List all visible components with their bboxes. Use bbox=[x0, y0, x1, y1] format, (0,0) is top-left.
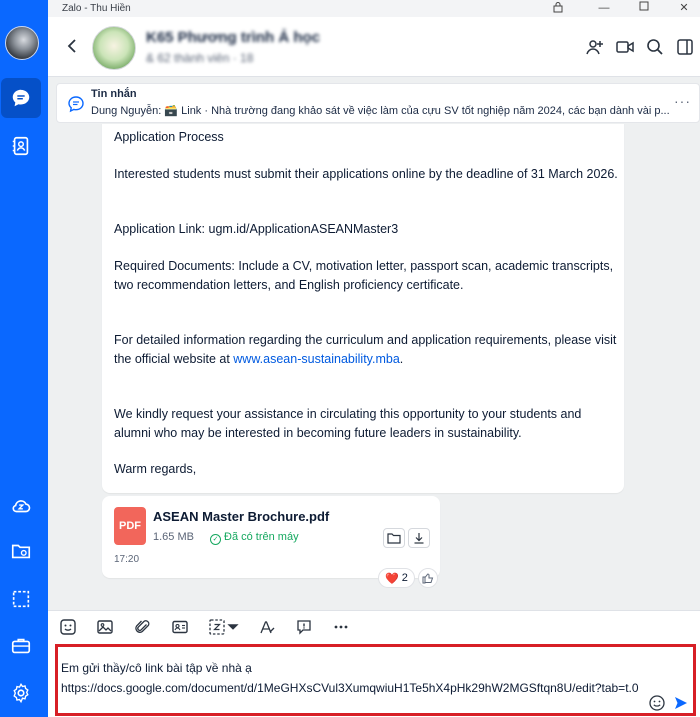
pdf-file-icon: PDF bbox=[114, 507, 146, 545]
nav-cloud[interactable] bbox=[1, 486, 41, 526]
file-attachment-card[interactable]: PDF ASEAN Master Brochure.pdf 1.65 MB ✓ Đ… bbox=[102, 496, 440, 578]
like-button[interactable] bbox=[418, 568, 438, 588]
pinned-text: Dung Nguyễn: 🗃️ Link · Nhà trường đang k… bbox=[91, 105, 670, 117]
file-status: ✓ Đã có trên máy bbox=[210, 531, 299, 545]
download-icon bbox=[414, 533, 424, 544]
open-folder-button[interactable] bbox=[383, 528, 405, 548]
message-bubble-icon bbox=[68, 96, 84, 113]
left-navigation bbox=[0, 0, 48, 717]
thumbs-up-icon bbox=[422, 573, 434, 584]
check-circle-icon: ✓ bbox=[210, 534, 221, 545]
file-size: 1.65 MB bbox=[153, 531, 194, 543]
close-button[interactable]: ✕ bbox=[674, 1, 694, 15]
attachment-icon bbox=[135, 620, 150, 633]
pinned-message-bar[interactable]: Tin nhắn Dung Nguyễn: 🗃️ Link · Nhà trườ… bbox=[56, 83, 700, 123]
window-titlebar: Zalo - Thu Hiền — ✕ bbox=[0, 0, 700, 17]
image-button[interactable] bbox=[94, 617, 116, 637]
message-closing: Warm regards, bbox=[114, 462, 197, 476]
add-member-icon[interactable] bbox=[585, 37, 605, 57]
lock-icon[interactable] bbox=[548, 1, 568, 15]
back-arrow-icon[interactable] bbox=[64, 37, 82, 55]
more-tools-button[interactable] bbox=[330, 617, 352, 637]
nav-files[interactable] bbox=[1, 531, 41, 571]
message-composer[interactable]: Em gửi thầy/cô link bài tập về nhà ạ htt… bbox=[48, 642, 700, 717]
image-icon bbox=[97, 620, 113, 634]
pinned-title: Tin nhắn bbox=[91, 88, 137, 100]
message-list[interactable]: Application Process Interested students … bbox=[48, 124, 700, 610]
attach-file-button[interactable] bbox=[132, 617, 154, 637]
group-avatar[interactable] bbox=[92, 26, 136, 70]
message-application-link: Application Link: ugm.id/ApplicationASEA… bbox=[114, 222, 399, 236]
screenshot-icon bbox=[12, 590, 30, 608]
video-call-icon[interactable] bbox=[615, 37, 635, 57]
nav-toolbox[interactable] bbox=[1, 626, 41, 666]
app-title: Zalo - Thu Hiền bbox=[62, 3, 131, 14]
sticker-icon bbox=[60, 619, 76, 635]
chat-header: K65 Phương trình Ả học & 62 thành viên ·… bbox=[48, 17, 700, 77]
minimize-button[interactable]: — bbox=[594, 1, 614, 15]
search-icon[interactable] bbox=[645, 37, 665, 57]
format-text-button[interactable] bbox=[256, 617, 278, 637]
folder-icon bbox=[11, 544, 31, 559]
message-request: We kindly request your assistance in cir… bbox=[114, 407, 582, 440]
folder-icon bbox=[387, 533, 401, 544]
message-info-suffix: . bbox=[399, 351, 404, 366]
sidebar-toggle-icon[interactable] bbox=[675, 37, 695, 57]
send-icon[interactable] bbox=[674, 696, 688, 710]
capture-options-button[interactable] bbox=[226, 617, 240, 637]
message-bubble[interactable]: Application Process Interested students … bbox=[102, 124, 624, 493]
capture-icon bbox=[209, 619, 225, 635]
reaction-count: 2 bbox=[401, 572, 408, 584]
website-link[interactable]: www.asean-sustainability.mba bbox=[233, 352, 400, 366]
emoji-icon[interactable] bbox=[648, 694, 666, 712]
file-name[interactable]: ASEAN Master Brochure.pdf bbox=[153, 509, 329, 524]
chat-icon bbox=[12, 89, 30, 107]
composer-toolbar bbox=[48, 610, 700, 642]
quick-message-button[interactable] bbox=[293, 617, 315, 637]
capture-button[interactable] bbox=[206, 617, 228, 637]
contacts-icon bbox=[12, 136, 29, 156]
quick-message-icon bbox=[297, 620, 311, 635]
message-info: For detailed information regarding the c… bbox=[114, 331, 619, 368]
reaction-summary[interactable]: ❤️ 2 bbox=[378, 568, 415, 588]
nav-contacts[interactable] bbox=[1, 126, 41, 166]
contact-card-button[interactable] bbox=[169, 617, 191, 637]
message-documents: Required Documents: Include a CV, motiva… bbox=[114, 259, 614, 292]
message-input-line-2: https://docs.google.com/document/d/1MeGH… bbox=[61, 681, 639, 695]
message-input[interactable]: Em gửi thầy/cô link bài tập về nhà ạ htt… bbox=[61, 658, 691, 698]
message-heading: Application Process bbox=[114, 130, 224, 144]
chevron-down-icon bbox=[227, 624, 239, 630]
more-options-icon[interactable]: ··· bbox=[674, 93, 691, 109]
heart-icon: ❤️ bbox=[385, 572, 399, 585]
download-button[interactable] bbox=[408, 528, 430, 548]
message-deadline: Interested students must submit their ap… bbox=[114, 167, 618, 181]
sticker-button[interactable] bbox=[57, 617, 79, 637]
briefcase-icon bbox=[11, 638, 31, 654]
nav-screenshot[interactable] bbox=[1, 579, 41, 619]
more-icon bbox=[334, 625, 348, 629]
nav-messages[interactable] bbox=[1, 78, 41, 118]
maximize-button[interactable] bbox=[634, 1, 654, 15]
message-input-line-1: Em gửi thầy/cô link bài tập về nhà ạ bbox=[61, 661, 252, 675]
contact-card-icon bbox=[172, 620, 188, 634]
cloud-icon bbox=[12, 500, 31, 513]
group-name[interactable]: K65 Phương trình Ả học bbox=[146, 29, 320, 46]
file-status-label: Đã có trên máy bbox=[224, 531, 299, 543]
message-time: 17:20 bbox=[114, 554, 140, 565]
nav-settings[interactable] bbox=[1, 673, 41, 713]
format-text-icon bbox=[260, 621, 275, 634]
settings-icon bbox=[13, 682, 29, 704]
group-member-count[interactable]: & 62 thành viên · 18 bbox=[146, 51, 253, 65]
composer-highlight-box: Em gửi thầy/cô link bài tập về nhà ạ htt… bbox=[55, 644, 696, 716]
user-avatar[interactable] bbox=[5, 26, 39, 60]
